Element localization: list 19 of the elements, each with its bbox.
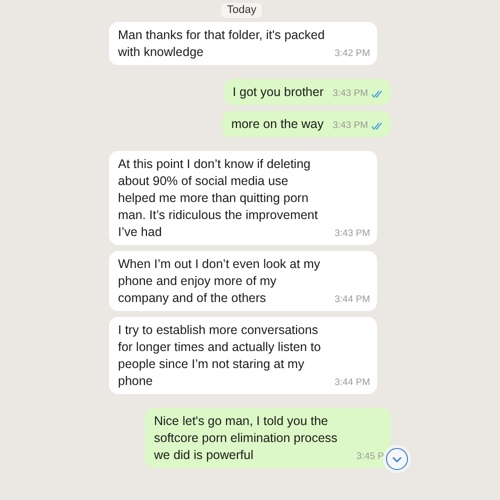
message-text: Nice let's go man, I told you the softcore porn elimination process we did is powerful (154, 413, 338, 464)
message-time: 3:43 PM (332, 120, 368, 132)
message-time: 3:44 PM (334, 377, 370, 389)
message-text: more on the way (231, 116, 324, 133)
message-text: When I’m out I don’t even look at my phone and enjoy more of my company and of the others (118, 256, 322, 307)
message-text: At this point I don’t know if deleting about 90% of social media use helped me more than quitting porn man. It’s ridiculous the improvement I’ve had (118, 156, 319, 241)
chevron-down-icon (392, 456, 402, 462)
scroll-down-button[interactable] (386, 448, 408, 470)
message-text: I try to establish more conversations for longer times and actually listen to people since I’m not staring at my phone (118, 322, 322, 390)
message-text: I got you brother (232, 84, 324, 101)
message-text: Man thanks for that folder, it's packed with knowledge (118, 27, 326, 61)
message-time: 3:42 PM (334, 48, 370, 60)
message-time: 3:45 P (356, 451, 384, 463)
double-check-icon (371, 122, 384, 130)
message-time: 3:43 PM (334, 228, 370, 240)
message-time: 3:44 PM (334, 294, 370, 306)
message-time: 3:43 PM (332, 88, 368, 100)
double-check-icon (371, 90, 384, 98)
date-badge: Today (221, 3, 262, 18)
